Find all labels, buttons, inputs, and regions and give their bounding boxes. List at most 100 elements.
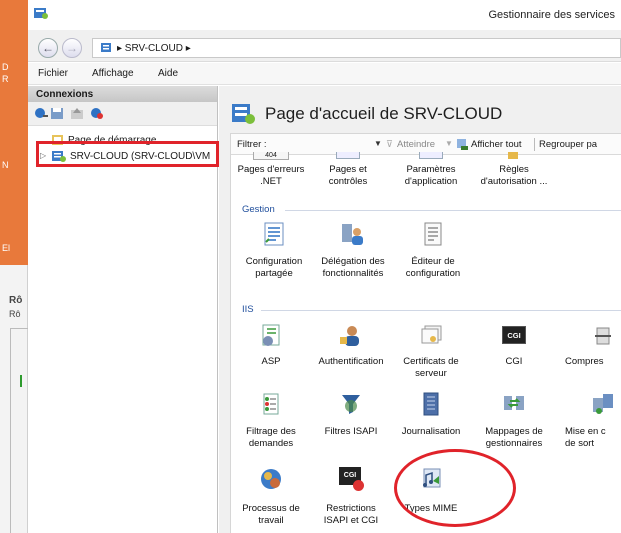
group-heading-iis: IIS — [242, 304, 254, 315]
feature-label: Délégation des fonctionnalités — [321, 256, 385, 279]
feature-label: ASP — [261, 356, 281, 367]
feature-shared-configuration[interactable]: Configuration partagée — [234, 222, 314, 292]
filter-label: Filtrer : — [237, 139, 267, 150]
feature-dotnet-error-pages[interactable]: 404 Pages d'erreurs .NET — [231, 152, 311, 200]
forward-arrow-icon: → — [66, 41, 78, 55]
feature-label: Authentification — [318, 356, 384, 367]
background-text: El — [2, 243, 11, 253]
asp-icon — [262, 324, 280, 346]
breadcrumb[interactable]: ▸ SRV-CLOUD ▸ — [117, 43, 191, 54]
show-all-button[interactable]: Afficher tout — [471, 139, 522, 150]
connections-header: Connexions — [28, 86, 217, 102]
menu-fichier[interactable]: Fichier — [38, 68, 68, 79]
save-icon[interactable] — [50, 107, 64, 120]
logging-icon — [423, 392, 439, 416]
connections-toolbar — [28, 102, 217, 126]
feature-handler-mappings[interactable]: Mappages de gestionnaires — [474, 392, 554, 456]
forward-button[interactable]: → — [62, 38, 82, 58]
highlight-circle — [394, 449, 516, 527]
feature-label: Mise en c de sort — [565, 426, 606, 449]
feature-label: Pages d'erreurs .NET — [237, 164, 305, 187]
feature-label: Filtrage des demandes — [246, 426, 296, 449]
background-text: Rô — [9, 309, 21, 319]
window-title: Gestionnaire des services — [488, 9, 615, 21]
server-home-icon — [232, 104, 255, 124]
feature-server-certificates[interactable]: Certificats de serveur — [391, 324, 471, 388]
goto-dropdown-icon[interactable]: ▼ — [445, 139, 453, 148]
background-frame — [10, 328, 28, 533]
request-filtering-icon — [263, 393, 279, 415]
output-cache-icon — [593, 394, 613, 414]
title-bar[interactable]: Gestionnaire des services — [28, 0, 621, 30]
settings-doc-icon — [419, 152, 443, 159]
group-by-button[interactable]: Regrouper pa — [539, 139, 597, 150]
feature-config-editor[interactable]: Éditeur de configuration — [393, 222, 473, 292]
iis-manager-window: Gestionnaire des services ← → ▸ SRV-CLOU… — [28, 0, 621, 533]
isapi-filter-icon — [342, 395, 360, 414]
background-window: D R N El Rô Rô — [0, 0, 28, 533]
feature-label: Règles d'autorisation ... — [480, 164, 548, 187]
toolbar-separator — [534, 138, 535, 151]
back-button[interactable]: ← — [38, 38, 58, 58]
feature-pages-controls[interactable]: Pages et contrôles — [308, 152, 388, 200]
feature-label: Mappages de gestionnaires — [485, 426, 543, 449]
page-title: Page d'accueil de SRV-CLOUD — [265, 104, 503, 123]
background-green-mark — [20, 375, 22, 387]
highlight-box — [36, 141, 219, 167]
feature-label: Compres — [565, 356, 604, 367]
feature-isapi-filters[interactable]: Filtres ISAPI — [311, 392, 391, 444]
shared-config-icon — [264, 222, 284, 246]
disconnect-icon[interactable] — [90, 107, 104, 120]
background-text: R — [2, 74, 9, 84]
feature-asp[interactable]: ASP — [231, 324, 311, 376]
feature-compression[interactable]: Compres — [551, 324, 621, 376]
menu-affichage[interactable]: Affichage — [92, 68, 134, 79]
compression-icon — [595, 327, 611, 345]
feature-label: Éditeur de configuration — [405, 256, 461, 279]
up-level-icon[interactable] — [70, 107, 84, 120]
restriction-badge-icon — [353, 480, 364, 491]
feature-label: Certificats de serveur — [403, 356, 459, 379]
connect-icon[interactable] — [34, 107, 48, 120]
address-bar: ← → ▸ SRV-CLOUD ▸ — [28, 30, 621, 62]
feature-label: Restrictions ISAPI et CGI — [323, 503, 379, 526]
feature-worker-processes[interactable]: Processus de travail — [231, 467, 311, 531]
server-icon — [101, 43, 111, 52]
screenshot-root: D R N El Rô Rô Gestionnaire des services… — [0, 0, 621, 533]
show-all-icon — [457, 139, 468, 150]
background-text: N — [2, 160, 9, 170]
feature-app-settings[interactable]: Paramètres d'application — [391, 152, 471, 200]
worker-process-icon — [261, 469, 281, 489]
authentication-icon — [340, 326, 359, 346]
feature-label: Processus de travail — [242, 503, 300, 526]
handler-mapping-icon — [504, 396, 524, 410]
feature-delegation[interactable]: Délégation des fonctionnalités — [313, 222, 393, 292]
menu-bar: Fichier Affichage Aide — [28, 63, 621, 85]
cgi-icon: CGI — [502, 326, 526, 344]
pages-icon — [336, 152, 360, 159]
feature-label: CGI — [505, 356, 523, 367]
feature-output-caching[interactable]: Mise en c de sort — [551, 392, 621, 456]
feature-label: Filtres ISAPI — [324, 426, 378, 437]
filter-dropdown-icon[interactable]: ▼ — [374, 139, 382, 148]
menu-aide[interactable]: Aide — [158, 68, 178, 79]
address-box[interactable]: ▸ SRV-CLOUD ▸ — [92, 38, 621, 58]
feature-authentication[interactable]: Authentification — [311, 324, 391, 376]
feature-logging[interactable]: Journalisation — [391, 392, 471, 444]
feature-isapi-cgi-restrictions[interactable]: CGI Restrictions ISAPI et CGI — [311, 467, 391, 531]
certificate-icon — [421, 325, 442, 344]
feature-authorization-rules[interactable]: Règles d'autorisation ... — [474, 152, 554, 200]
group-heading-gestion: Gestion — [242, 204, 275, 215]
feature-label: Configuration partagée — [245, 256, 303, 279]
feature-label: Pages et contrôles — [328, 164, 368, 187]
back-arrow-icon: ← — [42, 41, 54, 55]
feature-cgi[interactable]: CGI CGI — [474, 324, 554, 376]
feature-label: Paramètres d'application — [404, 164, 458, 187]
feature-request-filtering[interactable]: Filtrage des demandes — [231, 392, 311, 456]
group-divider — [261, 310, 621, 311]
lock-icon — [508, 152, 518, 159]
background-text: D — [2, 62, 9, 72]
error-404-icon: 404 — [253, 152, 289, 160]
goto-button[interactable]: Atteindre — [397, 139, 435, 150]
delegation-icon — [342, 224, 363, 245]
